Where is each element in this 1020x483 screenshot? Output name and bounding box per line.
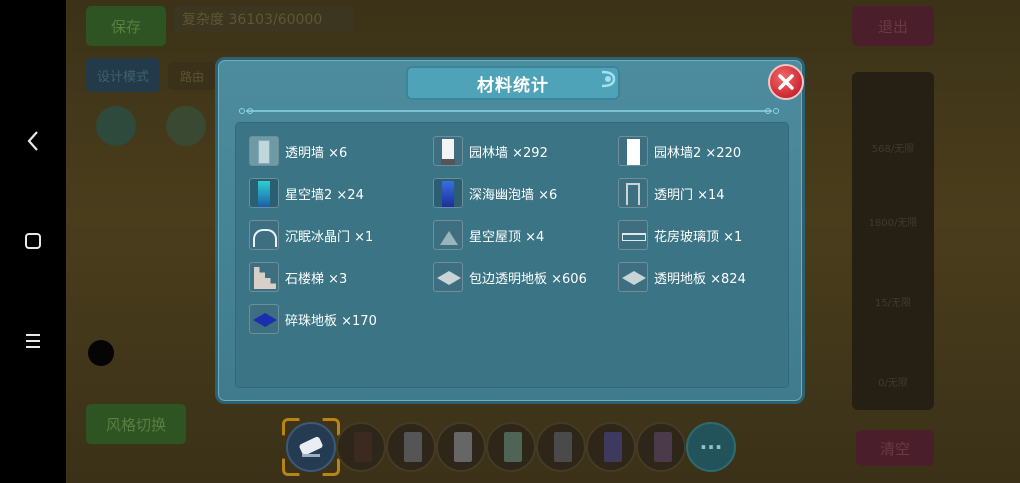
transparent-door-icon (618, 178, 648, 208)
hotbar-slot[interactable] (386, 422, 436, 472)
hotbar-slot[interactable] (486, 422, 536, 472)
ice-crystal-door-icon (249, 220, 279, 250)
eraser-icon (299, 436, 323, 457)
material-item: 星空墙2 ×24 (249, 176, 364, 210)
title-banner: 材料统计 (406, 66, 620, 100)
design-mode-button[interactable]: 设计模式 (86, 58, 160, 92)
title-divider (239, 108, 779, 114)
garden-wall2-icon (618, 136, 648, 166)
material-item: 园林墙 ×292 (433, 134, 548, 168)
tool-icon-2[interactable] (166, 106, 206, 146)
material-item: 石楼梯 ×3 (249, 260, 347, 294)
material-item: 园林墙2 ×220 (618, 134, 741, 168)
more-options-icon[interactable]: ··· (686, 422, 736, 472)
inventory-side-panel: 568/无限 1800/无限 15/无限 0/无限 (852, 72, 934, 410)
transparent-wall-icon (249, 136, 279, 166)
material-item: 透明地板 ×824 (618, 260, 746, 294)
edged-transparent-floor-icon (433, 262, 463, 292)
material-item: 包边透明地板 ×606 (433, 260, 587, 294)
material-item: 花房玻璃顶 ×1 (618, 218, 742, 252)
exit-button[interactable]: 退出 (852, 6, 934, 46)
complexity-counter: 复杂度 36103/60000 (174, 6, 354, 32)
style-switch-button[interactable]: 风格切换 (86, 404, 186, 444)
material-item: 透明门 ×14 (618, 176, 725, 210)
material-item: 碎珠地板 ×170 (249, 302, 377, 336)
panel-count-3: 15/无限 (874, 298, 912, 309)
panel-count-1: 568/无限 (871, 144, 915, 155)
panel-count-2: 1800/无限 (868, 218, 918, 229)
material-item: 沉眠冰晶门 ×1 (249, 218, 373, 252)
save-button[interactable]: 保存 (86, 6, 166, 46)
material-item: 深海幽泡墙 ×6 (433, 176, 557, 210)
hotbar: ··· (286, 422, 736, 472)
garden-wall-icon (433, 136, 463, 166)
dialog-title: 材料统计 (477, 75, 549, 96)
close-button[interactable] (768, 64, 804, 100)
starry-wall-icon (249, 178, 279, 208)
starry-roof-icon (433, 220, 463, 250)
pearl-floor-icon (249, 304, 279, 334)
toggle-dot[interactable] (88, 340, 114, 366)
title-ornament-right-icon (601, 70, 616, 88)
material-item: 透明墙 ×6 (249, 134, 347, 168)
material-stats-dialog: 材料统计 透明墙 ×6 园林墙 ×292 园林墙2 ×220 星空墙2 ×24 … (215, 57, 805, 404)
close-icon (778, 74, 794, 90)
path-button[interactable]: 路由 (168, 62, 216, 90)
hotbar-slot[interactable] (586, 422, 636, 472)
system-nav-bar (0, 0, 66, 483)
stone-stairs-icon (249, 262, 279, 292)
hotbar-slot[interactable] (436, 422, 486, 472)
hotbar-slot[interactable] (536, 422, 586, 472)
panel-count-4: 0/无限 (878, 378, 908, 389)
material-item: 星空屋顶 ×4 (433, 218, 544, 252)
tool-icon-1[interactable] (96, 106, 136, 146)
clear-button[interactable]: 清空 (856, 430, 934, 466)
material-list: 透明墙 ×6 园林墙 ×292 园林墙2 ×220 星空墙2 ×24 深海幽泡墙… (235, 122, 789, 388)
hotbar-slot[interactable] (336, 422, 386, 472)
hotbar-slot-eraser[interactable] (286, 422, 336, 472)
greenhouse-glass-roof-icon (618, 220, 648, 250)
deepsea-bubble-wall-icon (433, 178, 463, 208)
recents-menu-icon[interactable] (20, 328, 46, 354)
back-icon[interactable] (20, 128, 46, 154)
transparent-floor-icon (618, 262, 648, 292)
home-icon[interactable] (20, 228, 46, 254)
hotbar-slot[interactable] (636, 422, 686, 472)
